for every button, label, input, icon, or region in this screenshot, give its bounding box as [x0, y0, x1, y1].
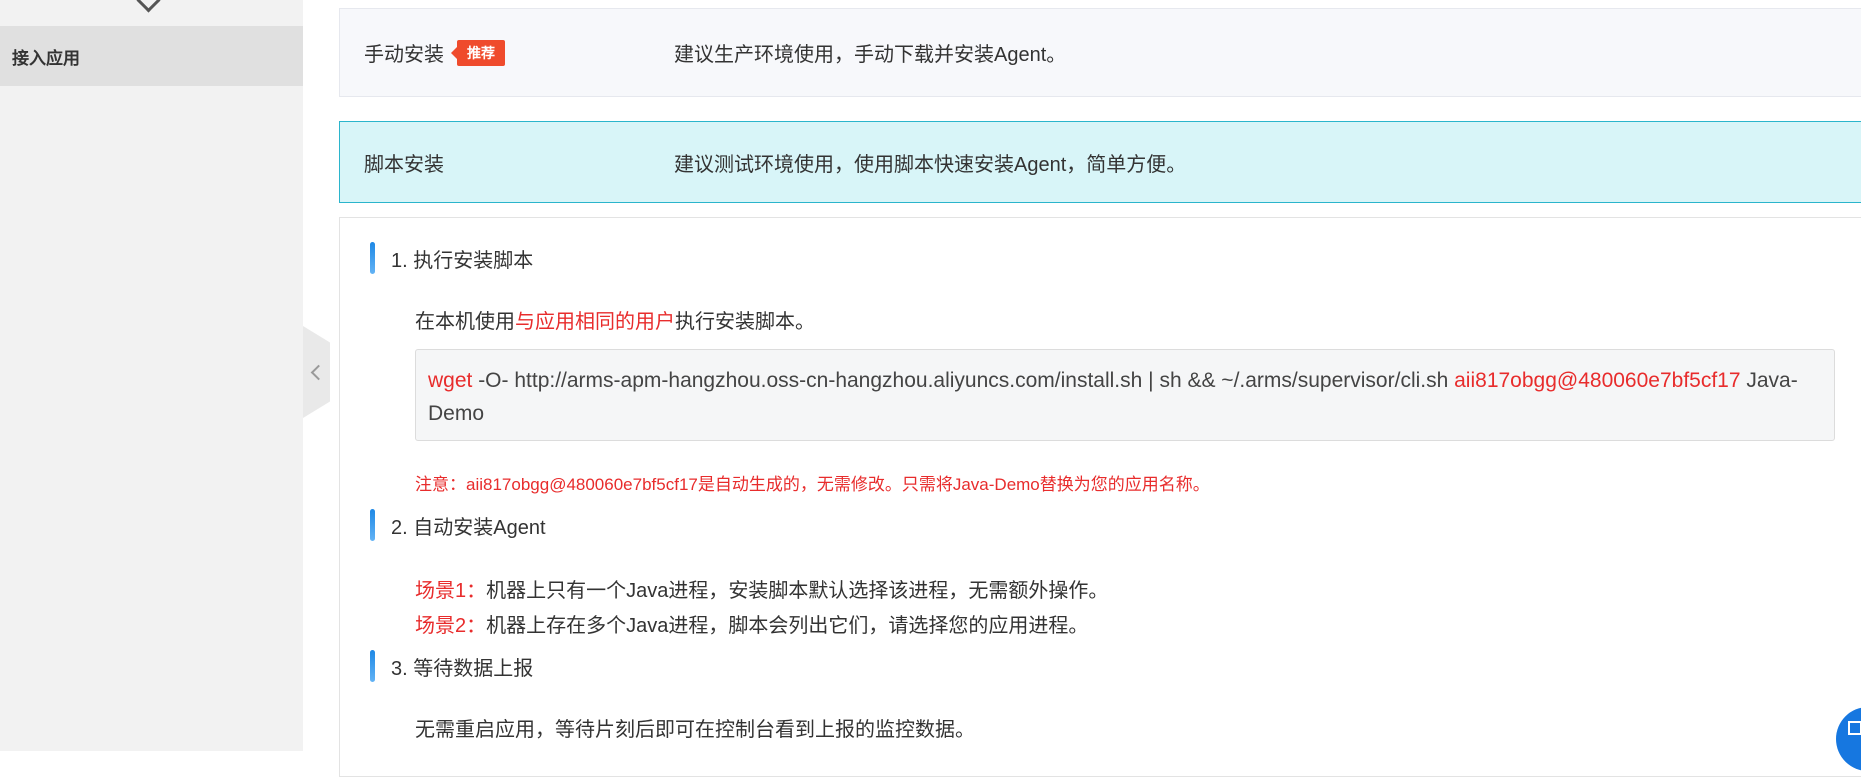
scenario-text: 机器上只有一个Java进程，安装脚本默认选择该进程，无需额外操作。 — [486, 580, 1109, 602]
step-1-text: 在本机使用与应用相同的用户执行安装脚本。 — [415, 305, 815, 334]
apps-icon — [1848, 721, 1861, 735]
step-marker — [370, 509, 375, 541]
code-cmd: wget — [428, 369, 473, 392]
step-marker — [370, 242, 375, 274]
install-steps-panel: 1. 执行安装脚本 在本机使用与应用相同的用户执行安装脚本。 wget -O- … — [339, 217, 1861, 777]
option-title-text: 脚本安装 — [364, 153, 444, 176]
scenario-label: 场景2： — [415, 615, 487, 637]
sidebar-collapse-handle[interactable] — [303, 326, 330, 418]
scenario-text: 机器上存在多个Java进程，脚本会列出它们，请选择您的应用进程。 — [486, 615, 1089, 637]
recommend-badge: 推荐 — [451, 39, 505, 66]
scenario-2: 场景2：机器上存在多个Java进程，脚本会列出它们，请选择您的应用进程。 — [415, 609, 1088, 638]
step-2-title: 2. 自动安装Agent — [370, 509, 546, 541]
step-3-text: 无需重启应用，等待片刻后即可在控制台看到上报的监控数据。 — [415, 719, 975, 741]
step-title-text: 2. 自动安装Agent — [391, 516, 546, 539]
scenario-label: 场景1： — [415, 580, 487, 602]
option-manual-install[interactable]: 手动安装 推荐 建议生产环境使用，手动下载并安装Agent。 — [339, 8, 1861, 97]
option-script-install[interactable]: 脚本安装 建议测试环境使用，使用脚本快速安装Agent，简单方便。 — [339, 121, 1861, 203]
option-description: 建议生产环境使用，手动下载并安装Agent。 — [674, 44, 1067, 66]
option-title: 手动安装 推荐 — [364, 38, 505, 67]
sidebar-item-label: 接入应用 — [12, 48, 80, 68]
step-3-title: 3. 等待数据上报 — [370, 650, 533, 682]
step-title-text: 3. 等待数据上报 — [391, 657, 534, 680]
option-title: 脚本安装 — [364, 148, 444, 177]
sidebar-item-connect-app[interactable]: 接入应用 — [0, 26, 303, 86]
step-1-title: 1. 执行安装脚本 — [370, 242, 533, 274]
install-note: 注意：aii817obgg@480060e7bf5cf17是自动生成的，无需修改… — [415, 475, 1210, 494]
text-highlight: 与应用相同的用户 — [515, 311, 675, 333]
chevron-icon[interactable] — [136, 0, 161, 13]
option-title-text: 手动安装 — [364, 44, 444, 66]
step-title-text: 1. 执行安装脚本 — [391, 249, 534, 272]
scenario-1: 场景1：机器上只有一个Java进程，安装脚本默认选择该进程，无需额外操作。 — [415, 574, 1108, 603]
chevron-left-icon — [310, 364, 327, 380]
text-suffix: 执行安装脚本。 — [675, 311, 815, 333]
step-marker — [370, 650, 375, 682]
code-token: aii817obgg@480060e7bf5cf17 — [1454, 369, 1741, 392]
text-prefix: 在本机使用 — [415, 311, 515, 333]
sidebar: 接入应用 — [0, 0, 303, 751]
code-body: -O- http://arms-apm-hangzhou.oss-cn-hang… — [472, 369, 1455, 392]
option-description: 建议测试环境使用，使用脚本快速安装Agent，简单方便。 — [674, 153, 1187, 176]
install-command-code[interactable]: wget -O- http://arms-apm-hangzhou.oss-cn… — [415, 349, 1835, 441]
